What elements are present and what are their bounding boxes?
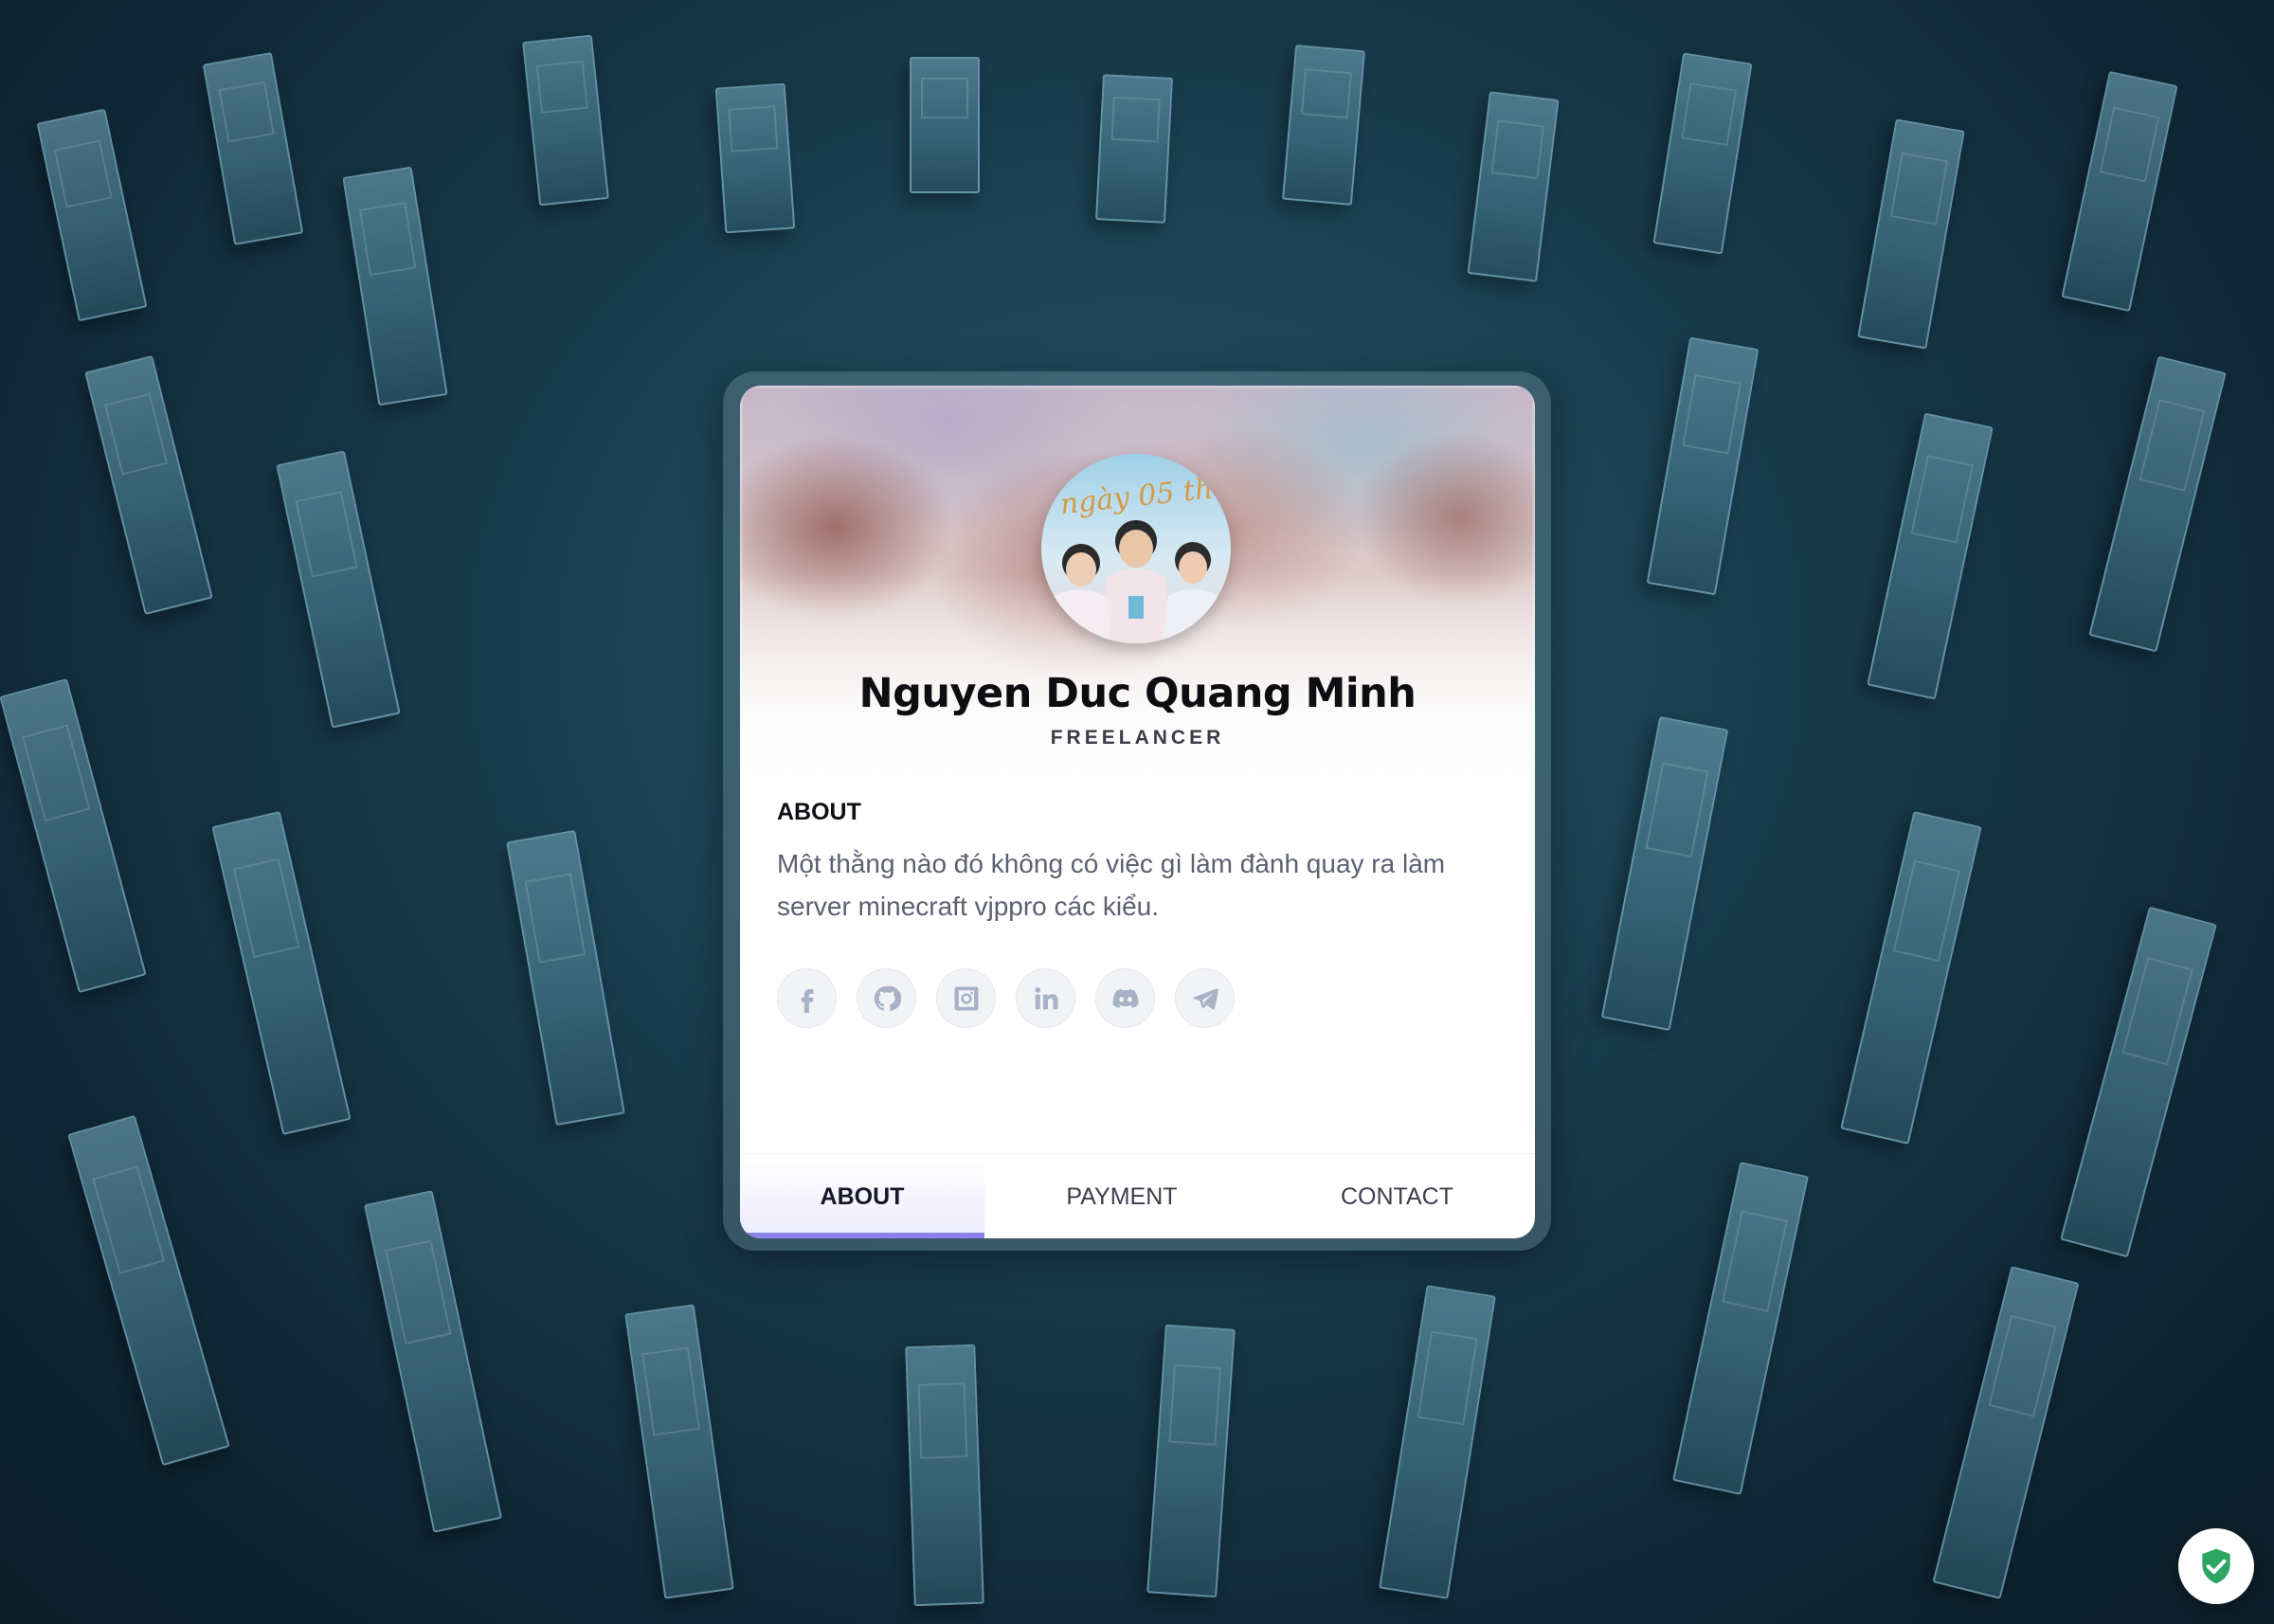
profile-name: Nguyen Duc Quang Minh — [858, 670, 1417, 717]
tab-payment[interactable]: PAYMENT — [984, 1154, 1259, 1238]
discord-icon — [1112, 988, 1138, 1008]
telegram-icon — [1192, 987, 1218, 1010]
profile-card: ngày 05 th Nguyen Duc Quang Minh FREELAN… — [740, 386, 1535, 1238]
avatar: ngày 05 th — [1041, 454, 1231, 643]
github-icon — [874, 985, 901, 1011]
linkedin-icon — [1034, 986, 1057, 1009]
telegram-link[interactable] — [1175, 968, 1235, 1028]
security-badge[interactable] — [2178, 1528, 2254, 1604]
tab-about[interactable]: ABOUT — [740, 1154, 984, 1238]
about-heading: ABOUT — [777, 799, 861, 825]
facebook-link[interactable] — [777, 968, 837, 1028]
social-links — [777, 968, 1235, 1028]
github-link[interactable] — [857, 968, 916, 1028]
linkedin-link[interactable] — [1016, 968, 1075, 1028]
shield-check-icon — [2202, 1548, 2230, 1584]
profile-role: FREELANCER — [1050, 727, 1225, 749]
about-text: Một thằng nào đó không có việc gì làm đà… — [777, 849, 1446, 921]
instagram-icon — [954, 986, 978, 1010]
tab-bar: ABOUT PAYMENT CONTACT — [740, 1153, 1535, 1238]
facebook-icon — [801, 988, 813, 1013]
tab-contact[interactable]: CONTACT — [1259, 1154, 1535, 1238]
discord-link[interactable] — [1095, 968, 1155, 1028]
instagram-link[interactable] — [936, 968, 996, 1028]
